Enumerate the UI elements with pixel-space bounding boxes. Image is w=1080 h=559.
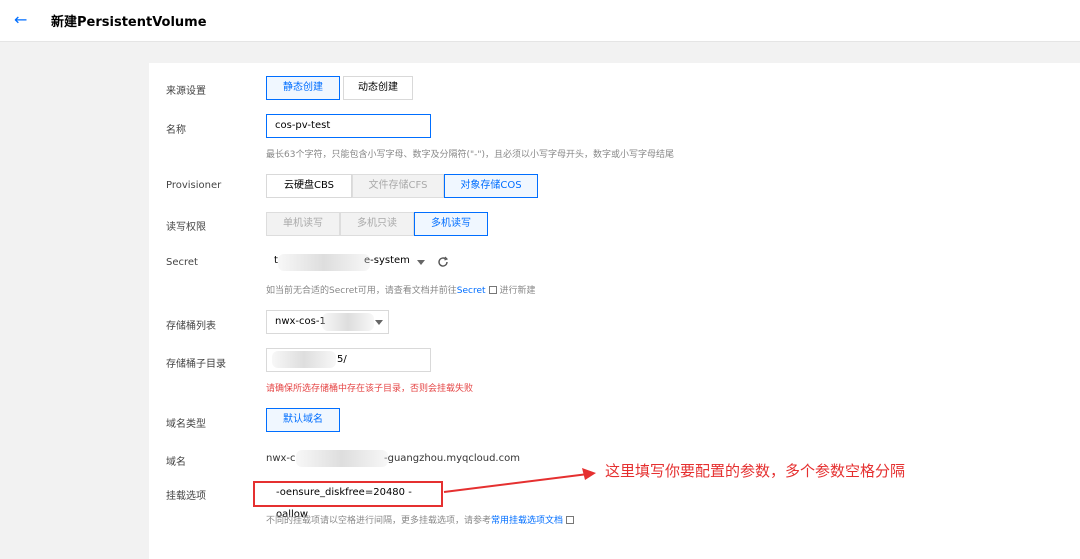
domain-value-prefix: nwx-c [266, 453, 296, 464]
secret-value-suffix: e-system [364, 255, 410, 266]
provisioner-label: Provisioner [166, 180, 222, 191]
highlight-box [253, 481, 443, 507]
access-multi-ro-button: 多机只读 [340, 212, 414, 236]
name-label: 名称 [166, 125, 186, 136]
name-input[interactable]: cos-pv-test [266, 114, 431, 138]
annotation-text: 这里填写你要配置的参数，多个参数空格分隔 [605, 462, 906, 480]
redacted-bucket [322, 313, 374, 331]
secret-label: Secret [166, 257, 198, 268]
back-arrow-icon[interactable]: ← [14, 11, 32, 29]
access-label: 读写权限 [166, 222, 206, 233]
bucket-chevron-down-icon[interactable] [375, 320, 383, 325]
secret-hint: 如当前无合适的Secret可用，请查看文档并前往Secret 进行新建 [266, 283, 535, 296]
redacted-subdir [272, 351, 336, 368]
static-create-button[interactable]: 静态创建 [266, 76, 340, 100]
subdir-value: 5/ [337, 354, 347, 365]
annotation-arrow-icon [443, 468, 596, 493]
mount-hint-text: 不同的挂载项请以空格进行间隔，更多挂载选项，请参考 [266, 516, 492, 526]
external-link-icon[interactable] [566, 516, 575, 524]
mount-doc-link[interactable]: 常用挂载选项文档 [491, 516, 563, 526]
source-label: 来源设置 [166, 86, 206, 97]
mount-label: 挂载选项 [166, 491, 206, 502]
provisioner-cbs-button[interactable]: 云硬盘CBS [266, 174, 352, 198]
provisioner-cos-button[interactable]: 对象存储COS [444, 174, 538, 198]
access-multi-rw-button[interactable]: 多机读写 [414, 212, 488, 236]
name-hint: 最长63个字符，只能包含小写字母、数字及分隔符("-")，且必须以小写字母开头，… [266, 150, 675, 160]
top-bar: ← 新建PersistentVolume [0, 0, 1080, 42]
default-domain-button[interactable]: 默认域名 [266, 408, 340, 432]
subdir-label: 存储桶子目录 [166, 359, 226, 370]
access-single-rw-button: 单机读写 [266, 212, 340, 236]
domain-value: nwx-c [266, 453, 296, 464]
page-title: 新建PersistentVolume [51, 15, 207, 30]
dynamic-create-button[interactable]: 动态创建 [343, 76, 413, 100]
provisioner-cfs-button: 文件存储CFS [352, 174, 444, 198]
secret-hint-post: 进行新建 [499, 286, 536, 296]
mount-hint: 不同的挂载项请以空格进行间隔，更多挂载选项，请参考常用挂载选项文档 [266, 513, 575, 526]
domain-label: 域名 [166, 457, 186, 468]
redacted-domain [296, 450, 388, 467]
redacted-secret [278, 254, 370, 271]
subdir-error: 请确保所选存储桶中存在该子目录，否则会挂载失败 [266, 384, 474, 394]
bucket-label: 存储桶列表 [166, 321, 216, 332]
domain-type-label: 域名类型 [166, 419, 206, 430]
secret-chevron-down-icon[interactable] [417, 260, 425, 265]
secret-link[interactable]: Secret [457, 286, 486, 296]
external-link-icon[interactable] [488, 286, 497, 294]
secret-hint-text: 如当前无合适的Secret可用，请查看文档并前往 [266, 286, 457, 296]
refresh-icon[interactable] [437, 256, 449, 268]
